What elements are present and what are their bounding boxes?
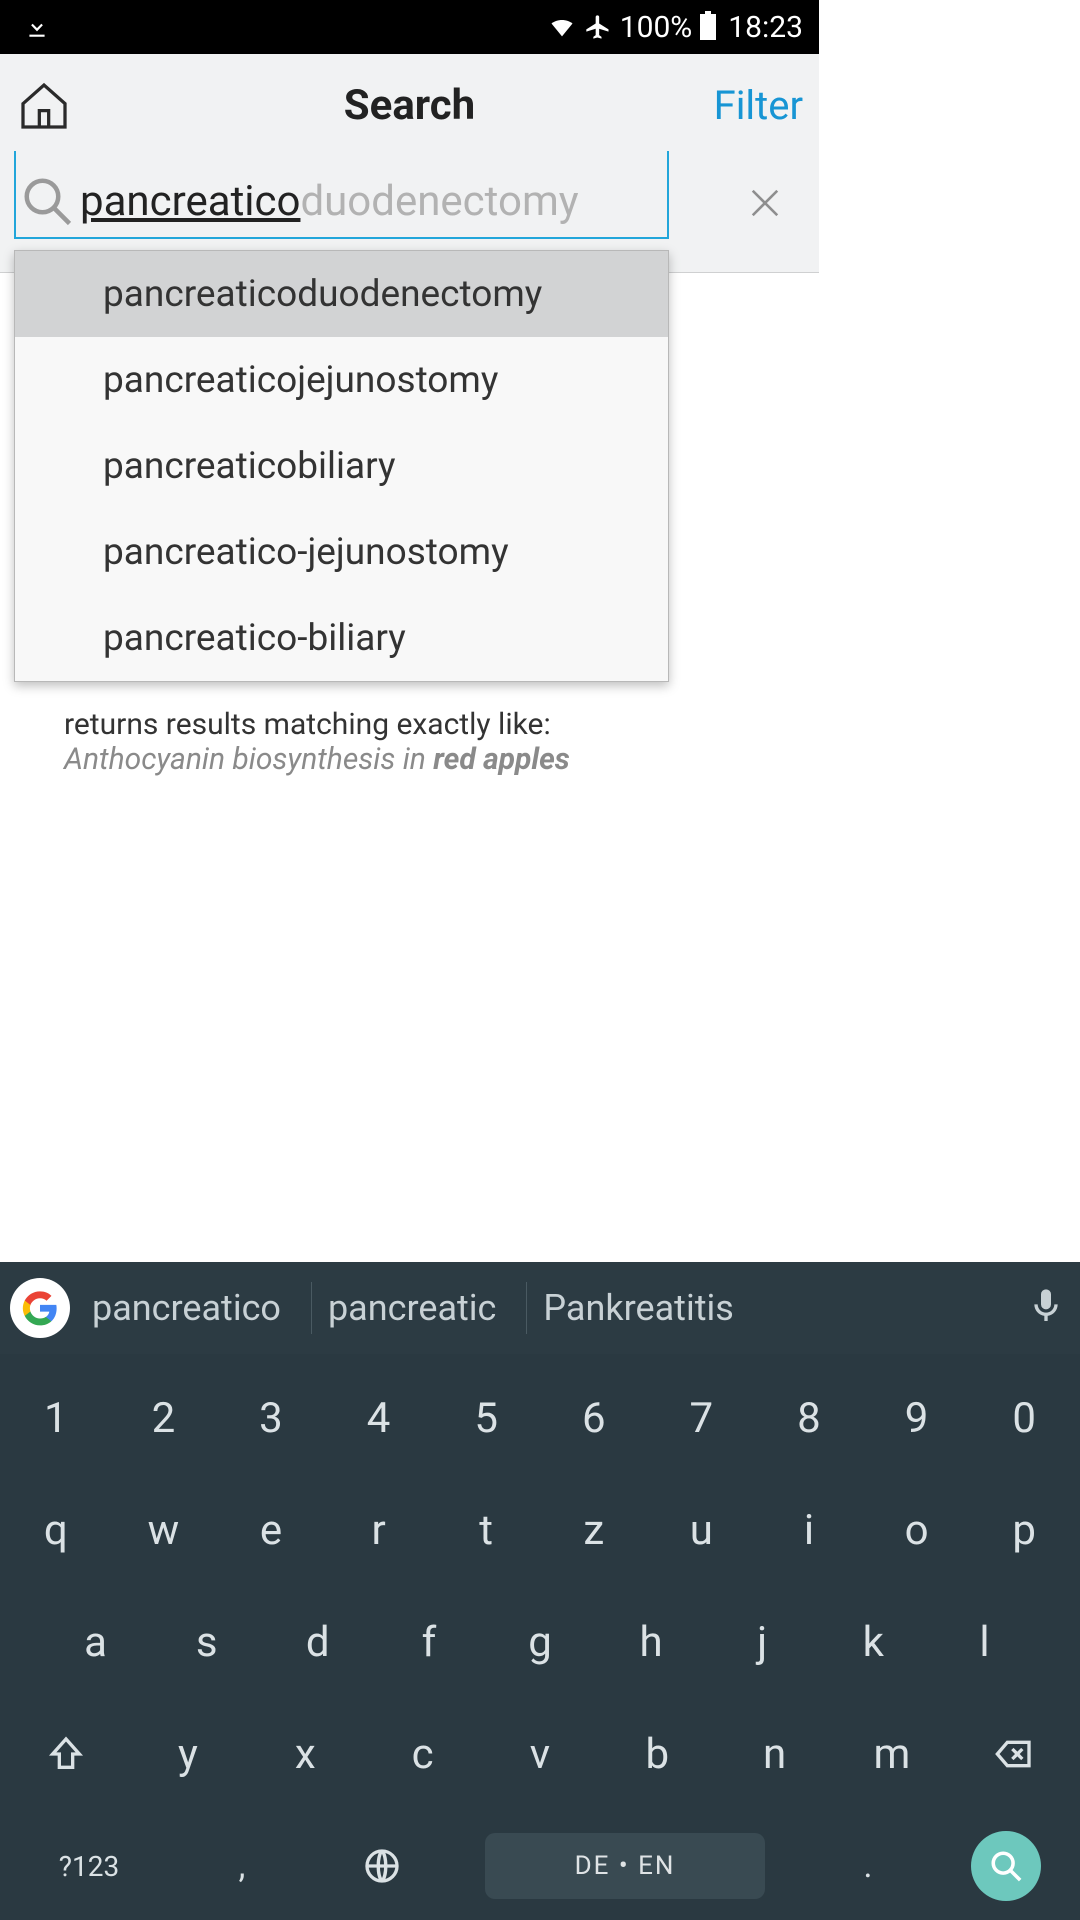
- shift-key[interactable]: [24, 1706, 108, 1802]
- key-9[interactable]: 9: [880, 1370, 954, 1466]
- key-1[interactable]: 1: [19, 1370, 93, 1466]
- key-v[interactable]: v: [503, 1706, 577, 1802]
- keyboard-bottom: ?123 , DE • EN .: [0, 1818, 1080, 1920]
- key-p[interactable]: p: [987, 1482, 1061, 1578]
- key-q[interactable]: q: [19, 1482, 93, 1578]
- battery-icon: [700, 14, 720, 40]
- key-i[interactable]: i: [772, 1482, 846, 1578]
- autocomplete-dropdown: pancreaticoduodenectomy pancreaticojejun…: [14, 250, 669, 682]
- symbols-key[interactable]: ?123: [39, 1818, 139, 1914]
- keyboard-row-top: q w e r t z u i o p: [2, 1482, 1078, 1578]
- key-8[interactable]: 8: [772, 1370, 846, 1466]
- backspace-key[interactable]: [972, 1706, 1056, 1802]
- autocomplete-item[interactable]: pancreatico-biliary: [15, 595, 668, 681]
- period-key[interactable]: .: [831, 1818, 905, 1914]
- keyboard-suggestion[interactable]: pancreatic: [311, 1282, 512, 1334]
- wifi-icon: [548, 13, 576, 41]
- key-n[interactable]: n: [738, 1706, 812, 1802]
- key-g[interactable]: g: [503, 1594, 577, 1690]
- keyboard-suggestion[interactable]: pancreatico: [84, 1282, 297, 1334]
- key-2[interactable]: 2: [126, 1370, 200, 1466]
- key-7[interactable]: 7: [664, 1370, 738, 1466]
- key-j[interactable]: j: [725, 1594, 799, 1690]
- search-key[interactable]: [971, 1831, 1041, 1901]
- autocomplete-item[interactable]: pancreaticoduodenectomy: [15, 251, 668, 337]
- status-bar: 100% 18:23: [0, 0, 819, 54]
- keyboard-row-numbers: 1 2 3 4 5 6 7 8 9 0: [2, 1370, 1078, 1466]
- keyboard-row-bot: y x c v b n m: [2, 1706, 1078, 1802]
- keyboard: pancreatico pancreatic Pankreatitis 1 2 …: [0, 1262, 1080, 1920]
- key-w[interactable]: w: [126, 1482, 200, 1578]
- keyboard-suggestions: pancreatico pancreatic Pankreatitis: [0, 1262, 1080, 1354]
- search-hint: returns results matching exactly like: A…: [0, 703, 819, 777]
- key-b[interactable]: b: [620, 1706, 694, 1802]
- status-left: [24, 14, 50, 40]
- key-3[interactable]: 3: [234, 1370, 308, 1466]
- key-y[interactable]: y: [151, 1706, 225, 1802]
- key-x[interactable]: x: [268, 1706, 342, 1802]
- status-time: 18:23: [728, 10, 803, 45]
- language-key[interactable]: [345, 1818, 419, 1914]
- key-l[interactable]: l: [947, 1594, 1021, 1690]
- comma-key[interactable]: ,: [205, 1818, 279, 1914]
- hint-line-2: Anthocyanin biosynthesis in red apples: [64, 742, 755, 777]
- key-a[interactable]: a: [59, 1594, 133, 1690]
- airplane-icon: [584, 13, 612, 41]
- battery-percentage: 100%: [620, 10, 693, 45]
- clear-button[interactable]: [737, 175, 793, 231]
- mic-icon[interactable]: [1026, 1286, 1070, 1330]
- key-t[interactable]: t: [449, 1482, 523, 1578]
- key-h[interactable]: h: [614, 1594, 688, 1690]
- app-header: Search Filter: [0, 54, 819, 157]
- keyboard-suggestion[interactable]: Pankreatitis: [526, 1282, 749, 1334]
- key-f[interactable]: f: [392, 1594, 466, 1690]
- search-autocomplete-tail: duodenectomy: [300, 177, 578, 226]
- autocomplete-item[interactable]: pancreaticobiliary: [15, 423, 668, 509]
- status-right: 100% 18:23: [548, 10, 803, 45]
- key-m[interactable]: m: [855, 1706, 929, 1802]
- key-0[interactable]: 0: [987, 1370, 1061, 1466]
- key-d[interactable]: d: [281, 1594, 355, 1690]
- key-6[interactable]: 6: [557, 1370, 631, 1466]
- key-5[interactable]: 5: [449, 1370, 523, 1466]
- keyboard-row-mid: a s d f g h j k l: [2, 1594, 1078, 1690]
- download-icon: [24, 14, 50, 40]
- search-input[interactable]: pancreaticoduodenectomy: [14, 165, 669, 239]
- filter-link[interactable]: Filter: [714, 82, 803, 129]
- key-4[interactable]: 4: [342, 1370, 416, 1466]
- key-z[interactable]: z: [557, 1482, 631, 1578]
- page-title: Search: [0, 81, 819, 130]
- key-o[interactable]: o: [880, 1482, 954, 1578]
- key-u[interactable]: u: [664, 1482, 738, 1578]
- search-typed-text: pancreatico: [80, 177, 300, 226]
- key-c[interactable]: c: [386, 1706, 460, 1802]
- search-icon: [20, 174, 74, 228]
- key-s[interactable]: s: [170, 1594, 244, 1690]
- hint-line-1: returns results matching exactly like:: [64, 707, 755, 742]
- autocomplete-item[interactable]: pancreaticojejunostomy: [15, 337, 668, 423]
- keyboard-rows: 1 2 3 4 5 6 7 8 9 0 q w e r t z u i o p …: [0, 1354, 1080, 1818]
- autocomplete-item[interactable]: pancreatico-jejunostomy: [15, 509, 668, 595]
- key-r[interactable]: r: [342, 1482, 416, 1578]
- key-k[interactable]: k: [836, 1594, 910, 1690]
- google-icon[interactable]: [10, 1278, 70, 1338]
- space-key[interactable]: DE • EN: [485, 1833, 765, 1899]
- key-e[interactable]: e: [234, 1482, 308, 1578]
